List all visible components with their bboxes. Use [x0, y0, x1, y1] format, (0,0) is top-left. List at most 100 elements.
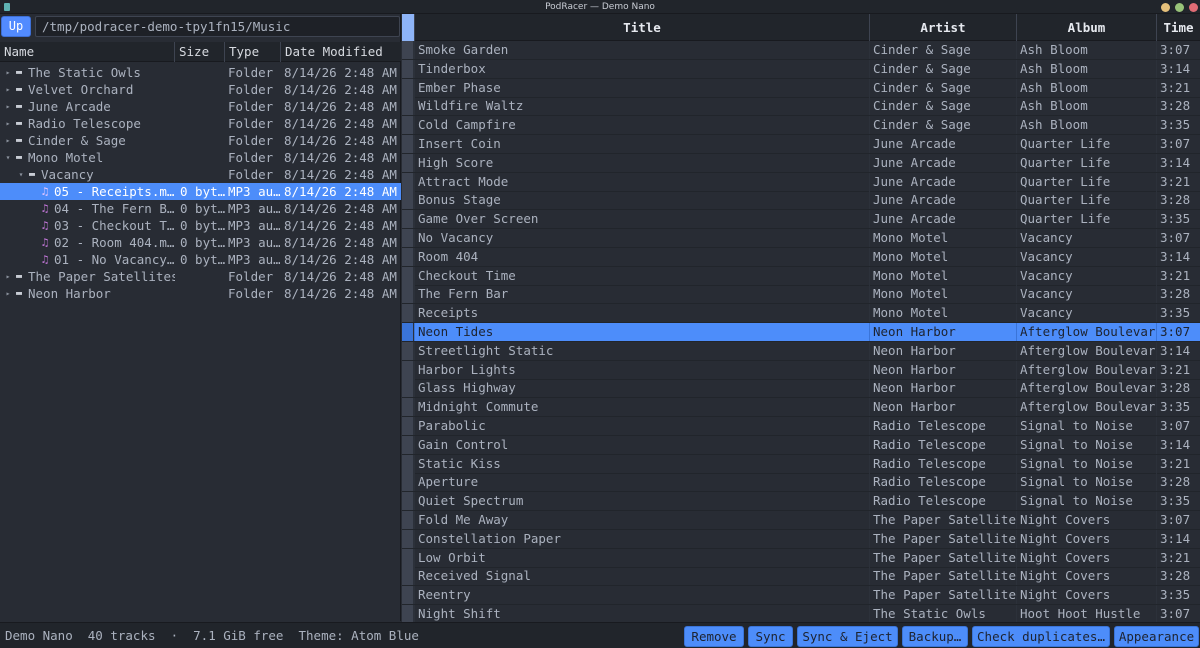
folder-row[interactable]: ▸ ▬ The Static Owls Folder 8/14/26 2:48 AM — [0, 64, 401, 81]
table-row[interactable]: Attract Mode June Arcade Quarter Life 3:21 — [402, 172, 1200, 192]
backup-button[interactable]: Backup… — [902, 626, 968, 647]
row-header[interactable] — [402, 567, 414, 586]
table-row[interactable]: The Fern Bar Mono Motel Vacancy 3:28 — [402, 285, 1200, 305]
folder-row[interactable]: ▸ ▬ June Arcade Folder 8/14/26 2:48 AM — [0, 98, 401, 115]
row-header[interactable] — [402, 586, 414, 605]
table-row[interactable]: Aperture Radio Telescope Signal to Noise 3:… — [402, 473, 1200, 493]
table-row[interactable]: Gain Control Radio Telescope Signal to Noi… — [402, 435, 1200, 455]
row-header[interactable] — [402, 454, 414, 473]
column-header-artist[interactable]: Artist — [869, 14, 1016, 41]
row-header[interactable] — [402, 191, 414, 210]
column-header-size[interactable]: Size — [175, 42, 225, 62]
table-row[interactable]: Reentry The Paper Satellites Night Covers 3… — [402, 586, 1200, 606]
column-header-date-modified[interactable]: Date Modified — [281, 42, 401, 62]
row-header[interactable] — [402, 116, 414, 135]
row-header[interactable] — [402, 172, 414, 191]
expand-down-icon[interactable]: ▾ — [17, 166, 25, 183]
table-row[interactable]: Receipts Mono Motel Vacancy 3:35 — [402, 304, 1200, 324]
close-icon[interactable] — [1189, 3, 1198, 12]
row-header[interactable] — [402, 229, 414, 247]
row-header[interactable] — [402, 511, 414, 529]
table-row[interactable]: Low Orbit The Paper Satellites Night Cover… — [402, 548, 1200, 568]
table-row[interactable]: Constellation Paper The Paper Satellites N… — [402, 529, 1200, 549]
table-row[interactable]: Room 404 Mono Motel Vacancy 3:14 — [402, 247, 1200, 267]
folder-row[interactable]: ▸ ▬ Radio Telescope Folder 8/14/26 2:48 AM — [0, 115, 401, 132]
file-row[interactable]: ♫ 01 - No Vacancy… 0 byt… MP3 au… 8/14/26 2:… — [0, 251, 401, 268]
check-duplicates-button[interactable]: Check duplicates… — [972, 626, 1110, 647]
folder-row[interactable]: ▾ ▬ Vacancy Folder 8/14/26 2:48 AM — [0, 166, 401, 183]
folder-row[interactable]: ▸ ▬ Velvet Orchard Folder 8/14/26 2:48 AM — [0, 81, 401, 98]
folder-row[interactable]: ▸ ▬ Neon Harbor Folder 8/14/26 2:48 AM — [0, 285, 401, 302]
folder-row[interactable]: ▾ ▬ Mono Motel Folder 8/14/26 2:48 AM — [0, 149, 401, 166]
row-header[interactable] — [402, 97, 414, 116]
row-header[interactable] — [402, 135, 414, 153]
row-header[interactable] — [402, 59, 414, 78]
table-row[interactable]: Cold Campfire Cinder & Sage Ash Bloom 3:35 — [402, 116, 1200, 136]
table-row[interactable]: Harbor Lights Neon Harbor Afterglow Boulev… — [402, 360, 1200, 380]
row-header[interactable] — [402, 360, 414, 379]
expand-right-icon[interactable]: ▸ — [4, 268, 12, 285]
appearance-button[interactable]: Appearance — [1114, 626, 1199, 647]
file-row[interactable]: ♫ 03 - Checkout T… 0 byt… MP3 au… 8/14/26 2:… — [0, 217, 401, 234]
maximize-icon[interactable] — [1175, 3, 1184, 12]
table-corner[interactable] — [402, 14, 414, 41]
folder-row[interactable]: ▸ ▬ The Paper Satellites Folder 8/14/26 2:48… — [0, 268, 401, 285]
table-row[interactable]: Midnight Commute Neon Harbor Afterglow Bou… — [402, 398, 1200, 418]
remove-button[interactable]: Remove — [684, 626, 744, 647]
column-header-type[interactable]: Type — [225, 42, 281, 62]
row-header[interactable] — [402, 304, 414, 323]
row-header[interactable] — [402, 341, 414, 360]
table-row[interactable]: Game Over Screen June Arcade Quarter Life 3… — [402, 210, 1200, 230]
row-header[interactable] — [402, 548, 414, 567]
up-button[interactable]: Up — [1, 16, 31, 37]
expand-down-icon[interactable]: ▾ — [4, 149, 12, 166]
table-row[interactable]: High Score June Arcade Quarter Life 3:14 — [402, 153, 1200, 173]
table-row[interactable]: Fold Me Away The Paper Satellites Night Co… — [402, 511, 1200, 530]
row-header[interactable] — [402, 285, 414, 304]
row-header[interactable] — [402, 529, 414, 548]
column-header-title[interactable]: Title — [414, 14, 869, 41]
table-row[interactable]: Ember Phase Cinder & Sage Ash Bloom 3:21 — [402, 78, 1200, 98]
expand-right-icon[interactable]: ▸ — [4, 132, 12, 149]
table-row[interactable]: Parabolic Radio Telescope Signal to Noise 3… — [402, 417, 1200, 436]
folder-row[interactable]: ▸ ▬ Cinder & Sage Folder 8/14/26 2:48 AM — [0, 132, 401, 149]
file-row[interactable]: ♫ 02 - Room 404.m… 0 byt… MP3 au… 8/14/26 2:… — [0, 234, 401, 251]
table-row[interactable]: Glass Highway Neon Harbor Afterglow Boulev… — [402, 379, 1200, 399]
file-row[interactable]: ♫ 05 - Receipts.m… 0 byt… MP3 au… 8/14/26 2:… — [0, 183, 401, 200]
minimize-icon[interactable] — [1161, 3, 1170, 12]
expand-right-icon[interactable]: ▸ — [4, 115, 12, 132]
table-row[interactable]: Bonus Stage June Arcade Quarter Life 3:28 — [402, 191, 1200, 211]
row-header[interactable] — [402, 492, 414, 511]
row-header[interactable] — [402, 266, 414, 285]
row-header[interactable] — [402, 153, 414, 172]
row-header[interactable] — [402, 210, 414, 229]
row-header[interactable] — [402, 605, 414, 623]
row-header[interactable] — [402, 417, 414, 435]
table-row[interactable]: Neon Tides Neon Harbor Afterglow Boulevard… — [402, 323, 1200, 342]
table-row[interactable]: Static Kiss Radio Telescope Signal to Nois… — [402, 454, 1200, 474]
row-header[interactable] — [402, 247, 414, 266]
column-header-album[interactable]: Album — [1016, 14, 1156, 41]
sync-eject-button[interactable]: Sync & Eject — [797, 626, 898, 647]
sync-button[interactable]: Sync — [748, 626, 793, 647]
row-header[interactable] — [402, 398, 414, 417]
table-row[interactable]: Insert Coin June Arcade Quarter Life 3:07 — [402, 135, 1200, 154]
path-input[interactable]: /tmp/podracer-demo-tpy1fn15/Music — [35, 16, 400, 37]
row-header[interactable] — [402, 435, 414, 454]
row-header[interactable] — [402, 323, 414, 341]
table-row[interactable]: Wildfire Waltz Cinder & Sage Ash Bloom 3:28 — [402, 97, 1200, 117]
expand-right-icon[interactable]: ▸ — [4, 81, 12, 98]
expand-right-icon[interactable]: ▸ — [4, 64, 12, 81]
row-header[interactable] — [402, 379, 414, 398]
table-row[interactable]: Received Signal The Paper Satellites Night… — [402, 567, 1200, 587]
column-header-name[interactable]: Name — [0, 42, 175, 62]
file-row[interactable]: ♫ 04 - The Fern B… 0 byt… MP3 au… 8/14/26 2:… — [0, 200, 401, 217]
table-row[interactable]: Tinderbox Cinder & Sage Ash Bloom 3:14 — [402, 59, 1200, 79]
expand-right-icon[interactable]: ▸ — [4, 98, 12, 115]
column-header-time[interactable]: Time — [1156, 14, 1200, 41]
expand-right-icon[interactable]: ▸ — [4, 285, 12, 302]
table-row[interactable]: No Vacancy Mono Motel Vacancy 3:07 — [402, 229, 1200, 248]
row-header[interactable] — [402, 41, 414, 59]
table-row[interactable]: Smoke Garden Cinder & Sage Ash Bloom 3:07 — [402, 41, 1200, 60]
table-row[interactable]: Checkout Time Mono Motel Vacancy 3:21 — [402, 266, 1200, 286]
